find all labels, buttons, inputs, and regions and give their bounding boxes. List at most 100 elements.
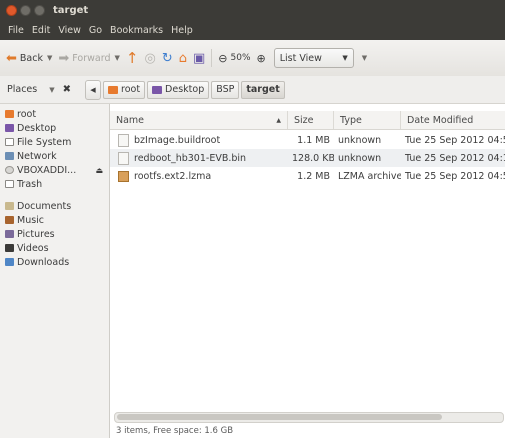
computer-icon: ▣ [192, 50, 206, 66]
file-type: LZMA archive [338, 170, 401, 182]
file-rows: bzImage.buildroot 1.1 MB unknown Tue 25 … [110, 131, 505, 185]
home-icon: ⌂ [178, 50, 187, 66]
breadcrumb-desktop[interactable]: Desktop [147, 80, 210, 99]
sidebar-item-label: Downloads [17, 256, 70, 268]
computer-button[interactable]: ▣ [193, 46, 205, 70]
table-row[interactable]: redboot_hb301-EVB.bin 128.0 KB unknown T… [110, 149, 505, 167]
sidebar-item-label: VBOXADDI... [17, 164, 77, 176]
music-folder-icon [5, 216, 14, 224]
breadcrumb-target[interactable]: target [241, 80, 285, 99]
forward-history-dropdown-icon[interactable]: ▼ [115, 54, 120, 62]
chevron-down-icon: ▼ [342, 54, 348, 62]
trash-icon [5, 180, 14, 188]
file-name: redboot_hb301-EVB.bin [134, 152, 247, 164]
scrollbar-thumb[interactable] [117, 414, 442, 420]
sidebar-item-documents[interactable]: Documents [0, 199, 109, 213]
file-name: rootfs.ext2.lzma [134, 170, 212, 182]
zoom-out-button[interactable]: ⊖ [218, 46, 227, 70]
menu-help[interactable]: Help [171, 25, 193, 36]
table-row[interactable]: rootfs.ext2.lzma 1.2 MB LZMA archive Tue… [110, 167, 505, 185]
close-window-button[interactable] [6, 5, 17, 16]
column-header-type[interactable]: Type [334, 111, 401, 129]
videos-folder-icon [5, 244, 14, 252]
sidebar-item-network[interactable]: Network [0, 149, 109, 163]
sidebar-item-label: Pictures [17, 228, 55, 240]
breadcrumb-label: root [121, 84, 141, 95]
sidebar-selector-label: Places [7, 84, 38, 95]
filesystem-icon [5, 138, 14, 146]
sidebar-item-label: File System [17, 136, 72, 148]
home-button[interactable]: ⌂ [179, 46, 187, 70]
up-arrow-icon: ↑ [125, 48, 139, 67]
breadcrumb-label: target [246, 84, 280, 95]
column-label: Size [294, 114, 314, 126]
window-title: target [53, 5, 89, 16]
column-header-date[interactable]: Date Modified [401, 111, 505, 129]
toolbar-overflow-icon[interactable]: ▼ [362, 54, 367, 62]
forward-button[interactable]: ➡ Forward ▼ [58, 46, 120, 70]
sidebar-item-label: Network [17, 150, 57, 162]
title-bar: target [0, 0, 505, 21]
menu-file[interactable]: File [8, 25, 24, 36]
menu-bar: File Edit View Go Bookmarks Help [0, 21, 505, 40]
location-bar: Places ▼ ✖ ◀ root Desktop BSP target [0, 76, 505, 104]
file-name: bzImage.buildroot [134, 134, 221, 146]
status-bar: 3 items, Free space: 1.6 GB [116, 426, 234, 436]
view-mode-select[interactable]: List View ▼ [273, 48, 354, 68]
column-label: Date Modified [407, 114, 474, 126]
minimize-window-button[interactable] [20, 5, 31, 16]
menu-go[interactable]: Go [89, 25, 102, 36]
menu-edit[interactable]: Edit [32, 25, 50, 36]
back-history-dropdown-icon[interactable]: ▼ [47, 54, 52, 62]
reload-button[interactable]: ↻ [162, 46, 173, 70]
up-button[interactable]: ↑ [126, 46, 139, 70]
sidebar-item-music[interactable]: Music [0, 213, 109, 227]
zoom-in-button[interactable]: ⊕ [257, 46, 266, 70]
sidebar-item-vboxadditions[interactable]: VBOXADDI... ⏏ [0, 163, 109, 177]
optical-disc-icon [5, 166, 14, 174]
sidebar-item-videos[interactable]: Videos [0, 241, 109, 255]
column-label: Type [340, 114, 362, 126]
breadcrumb-bsp[interactable]: BSP [211, 80, 240, 99]
sort-ascending-icon: ▲ [276, 116, 281, 124]
file-type: unknown [338, 134, 382, 146]
sidebar-item-downloads[interactable]: Downloads [0, 255, 109, 269]
sidebar-item-label: Documents [17, 200, 72, 212]
sidebar-item-pictures[interactable]: Pictures [0, 227, 109, 241]
sidebar-item-desktop[interactable]: Desktop [0, 121, 109, 135]
sidebar-selector[interactable]: Places ▼ ✖ [7, 84, 77, 95]
sidebar-item-trash[interactable]: Trash [0, 177, 109, 191]
horizontal-scrollbar[interactable] [114, 412, 504, 423]
network-icon [5, 152, 14, 160]
back-arrow-icon: ⬅ [6, 50, 17, 66]
maximize-window-button[interactable] [34, 5, 45, 16]
close-sidebar-icon[interactable]: ✖ [63, 84, 71, 95]
forward-arrow-icon: ➡ [58, 50, 70, 66]
file-manager-window: target File Edit View Go Bookmarks Help … [0, 0, 505, 438]
stop-icon: ◎ [144, 50, 156, 66]
zoom-out-icon: ⊖ [218, 51, 228, 65]
sidebar-item-label: Videos [17, 242, 49, 254]
back-label: Back [19, 52, 43, 64]
breadcrumb-label: Desktop [165, 84, 205, 95]
column-header-name[interactable]: Name ▲ [110, 111, 288, 129]
sidebar-item-file-system[interactable]: File System [0, 135, 109, 149]
menu-bookmarks[interactable]: Bookmarks [110, 25, 163, 36]
menu-view[interactable]: View [58, 25, 81, 36]
column-header: Name ▲ Size Type Date Modified [110, 111, 505, 130]
file-name-cell: redboot_hb301-EVB.bin [110, 151, 288, 165]
table-row[interactable]: bzImage.buildroot 1.1 MB unknown Tue 25 … [110, 131, 505, 149]
sidebar-item-label: Trash [17, 178, 43, 190]
stop-button[interactable]: ◎ [144, 46, 155, 70]
reload-icon: ↻ [161, 50, 173, 66]
back-button[interactable]: ⬅ Back ▼ [6, 46, 52, 70]
file-icon [118, 151, 129, 165]
breadcrumb-root[interactable]: root [103, 80, 146, 99]
sidebar-item-root[interactable]: root [0, 107, 109, 121]
downloads-folder-icon [5, 258, 14, 266]
breadcrumb-scroll-left-button[interactable]: ◀ [85, 79, 101, 100]
sidebar-item-label: Desktop [17, 122, 57, 134]
eject-icon[interactable]: ⏏ [95, 166, 103, 175]
home-folder-icon [5, 110, 14, 118]
column-header-size[interactable]: Size [288, 111, 334, 129]
